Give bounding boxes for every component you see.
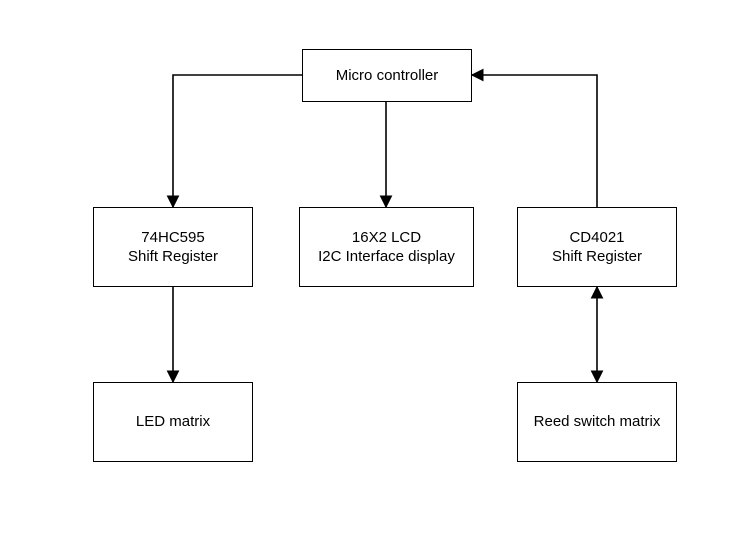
block-microcontroller-label: Micro controller (336, 66, 439, 86)
connector-mcu-to-74hc595 (173, 75, 302, 207)
block-cd4021-line1: CD4021 (569, 228, 624, 248)
block-74hc595: 74HC595 Shift Register (93, 207, 253, 287)
connector-cd4021-to-mcu (472, 75, 597, 207)
block-74hc595-line2: Shift Register (128, 247, 218, 267)
block-reed-switch-matrix-label: Reed switch matrix (534, 412, 661, 432)
block-cd4021-line2: Shift Register (552, 247, 642, 267)
block-lcd-line1: 16X2 LCD (352, 228, 421, 248)
block-74hc595-line1: 74HC595 (141, 228, 204, 248)
block-reed-switch-matrix: Reed switch matrix (517, 382, 677, 462)
block-cd4021: CD4021 Shift Register (517, 207, 677, 287)
block-led-matrix-label: LED matrix (136, 412, 210, 432)
block-lcd-line2: I2C Interface display (318, 247, 455, 267)
block-microcontroller: Micro controller (302, 49, 472, 102)
block-lcd: 16X2 LCD I2C Interface display (299, 207, 474, 287)
block-led-matrix: LED matrix (93, 382, 253, 462)
